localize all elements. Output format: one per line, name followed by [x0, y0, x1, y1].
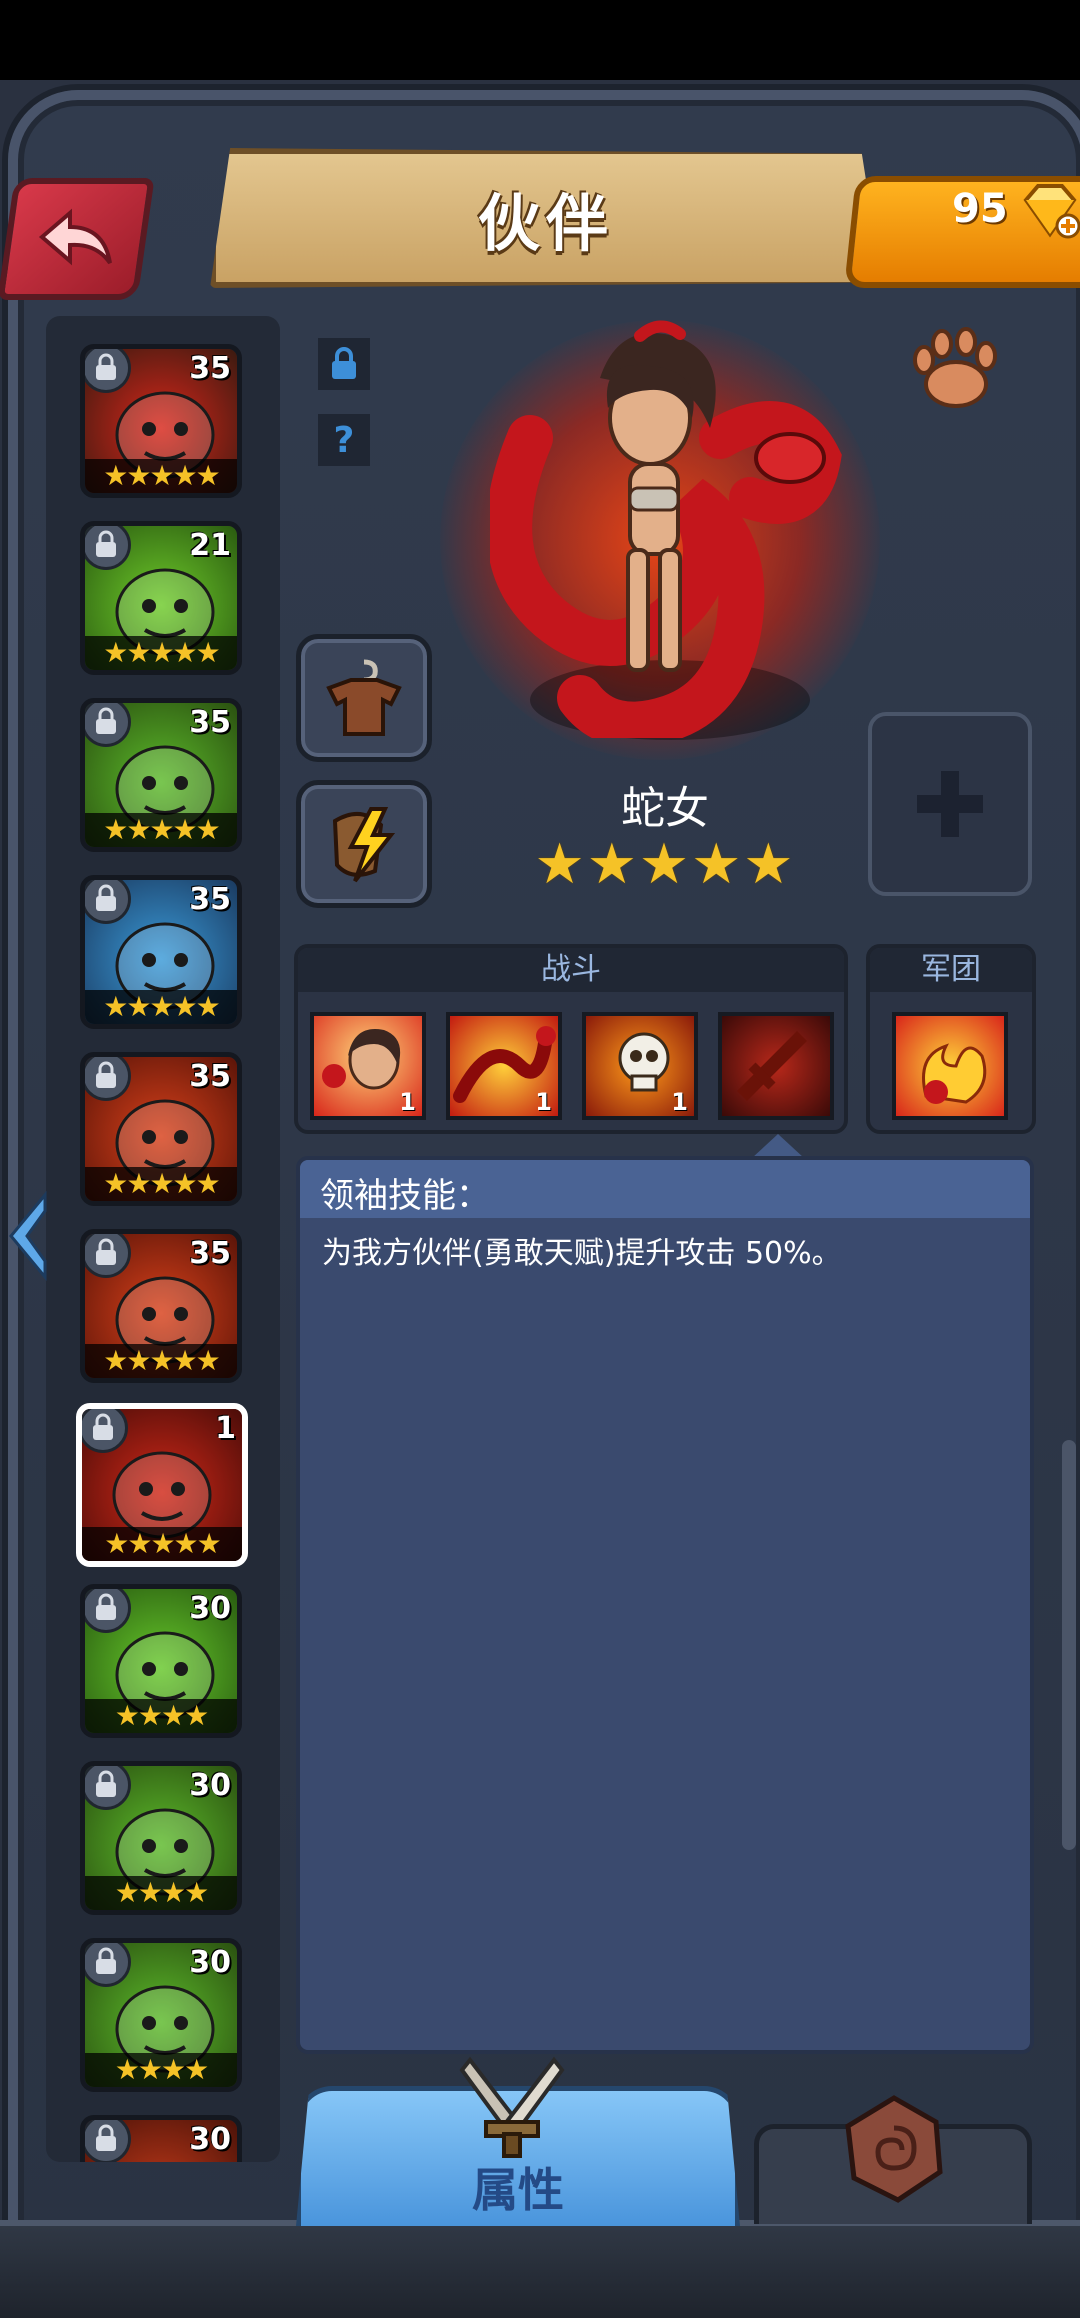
collapse-list-button[interactable]: [0, 1186, 54, 1286]
battle-skills-panel: 战斗 1 1 1: [294, 944, 848, 1134]
hero-level: 30: [189, 2122, 231, 2157]
padlock-icon[interactable]: [85, 2120, 131, 2162]
legion-skill-label: 军团: [870, 948, 1032, 992]
scrollbar[interactable]: [1062, 1440, 1076, 1850]
gem-plus-icon[interactable]: [1018, 182, 1080, 240]
lightning-fist-icon: [332, 807, 396, 883]
hero-card[interactable]: 35 ★★★★★: [80, 344, 242, 498]
skill-level: 1: [671, 1088, 688, 1116]
padlock-icon[interactable]: [85, 349, 131, 393]
skill-slot-1[interactable]: 1: [310, 1012, 426, 1120]
padlock-icon[interactable]: [82, 1409, 128, 1453]
lock-icon: [332, 347, 356, 379]
title-banner: 伙伴: [210, 148, 882, 288]
description-text: 为我方伙伴(勇敢天赋)提升攻击 50%。: [322, 1236, 842, 1271]
hero-card[interactable]: 21 ★★★★★: [80, 521, 242, 675]
tab-attributes-label: 属性: [472, 2163, 564, 2217]
padlock-icon[interactable]: [85, 880, 131, 924]
hero-star-rating: ★★★★★: [534, 832, 796, 897]
gem-count: 95: [952, 186, 1008, 232]
sword-icon: [737, 1031, 807, 1101]
hero-card[interactable]: 35 ★★★★★: [80, 698, 242, 852]
hero-name: 蛇女: [621, 783, 709, 834]
hero-level: 35: [189, 882, 231, 917]
hero-card[interactable]: 30 ★★★★: [80, 1938, 242, 2092]
skill-item-slot[interactable]: [296, 780, 432, 908]
add-slot-button[interactable]: [868, 712, 1032, 896]
skill-slot-2[interactable]: 1: [446, 1012, 562, 1120]
skill-level: 1: [535, 1088, 552, 1116]
padlock-icon[interactable]: [85, 1234, 131, 1278]
question-mark-icon: ?: [333, 419, 355, 461]
hero-card[interactable]: 35 ★★★★★: [80, 1052, 242, 1206]
hero-star-rating: ★★★★★: [85, 1344, 237, 1378]
hero-level: 1: [215, 1411, 236, 1446]
hero-card[interactable]: 30: [80, 2115, 242, 2162]
hero-star-rating: ★★★★: [85, 2053, 237, 2087]
hero-level: 35: [189, 1059, 231, 1094]
skill-slot-3[interactable]: 1: [582, 1012, 698, 1120]
legion-skill-panel: 军团: [866, 944, 1036, 1134]
selection-pointer: [752, 1134, 804, 1158]
hero-card[interactable]: 30 ★★★★: [80, 1761, 242, 1915]
hero-star-rating: ★★★★: [85, 1699, 237, 1733]
back-button[interactable]: [0, 178, 155, 300]
padlock-icon[interactable]: [85, 526, 131, 570]
skill-slot-4[interactable]: [718, 1012, 834, 1120]
hero-star-rating: ★★★★★: [85, 990, 237, 1024]
skill-level: 1: [399, 1088, 416, 1116]
hero-level: 35: [189, 705, 231, 740]
hero-star-rating: ★★★★★: [85, 1167, 237, 1201]
battle-skills-label: 战斗: [298, 948, 844, 992]
flame-beast-icon: [922, 1043, 987, 1104]
status-bar: [0, 0, 1080, 80]
hero-card[interactable]: 35 ★★★★★: [80, 875, 242, 1029]
padlock-icon[interactable]: [85, 703, 131, 747]
hero-level: 30: [189, 1945, 231, 1980]
hero-card[interactable]: 1 ★★★★★: [76, 1403, 248, 1567]
hero-level: 35: [189, 1236, 231, 1271]
bottom-bar: [0, 2220, 1080, 2318]
padlock-icon[interactable]: [85, 1943, 131, 1987]
paw-icon[interactable]: [910, 322, 1002, 414]
hero-card[interactable]: 35 ★★★★★: [80, 1229, 242, 1383]
hero-star-rating: ★★★★★: [85, 459, 237, 493]
hero-star-rating: ★★★★★: [85, 813, 237, 847]
back-arrow-icon: [38, 208, 112, 266]
padlock-icon[interactable]: [85, 1589, 131, 1633]
hero-level: 30: [189, 1768, 231, 1803]
hero-star-rating: ★★★★★: [85, 636, 237, 670]
chevron-left-icon: [9, 1191, 47, 1281]
hero-portrait: [490, 320, 842, 738]
skill-description-panel: 领袖技能： 为我方伙伴(勇敢天赋)提升攻击 50%。: [296, 1156, 1034, 2054]
armor-slot[interactable]: [296, 634, 432, 762]
rune-stone-icon: [845, 2095, 943, 2203]
legion-skill-slot[interactable]: [892, 1012, 1008, 1120]
hero-star-rating: ★★★★★: [82, 1527, 242, 1561]
description-title: 领袖技能：: [320, 1176, 490, 1216]
hero-list[interactable]: 35 ★★★★★ 21 ★★★★★ 35 ★★★★★ 35 ★★★★★ 35 ★★★★★ 35 ★★★…: [46, 316, 280, 2162]
hero-card[interactable]: 30 ★★★★: [80, 1584, 242, 1738]
armor-icon: [326, 659, 402, 736]
hero-level: 21: [189, 528, 231, 563]
help-button[interactable]: ?: [318, 414, 370, 466]
crossed-swords-icon: [459, 2056, 565, 2158]
lock-toggle-button[interactable]: [318, 338, 370, 390]
page-title: 伙伴: [477, 187, 614, 260]
hero-level: 35: [189, 351, 231, 386]
plus-icon: [917, 771, 983, 837]
hero-star-rating: ★★★★: [85, 1876, 237, 1910]
padlock-icon[interactable]: [85, 1057, 131, 1101]
hero-level: 30: [189, 1591, 231, 1626]
padlock-icon[interactable]: [85, 1766, 131, 1810]
